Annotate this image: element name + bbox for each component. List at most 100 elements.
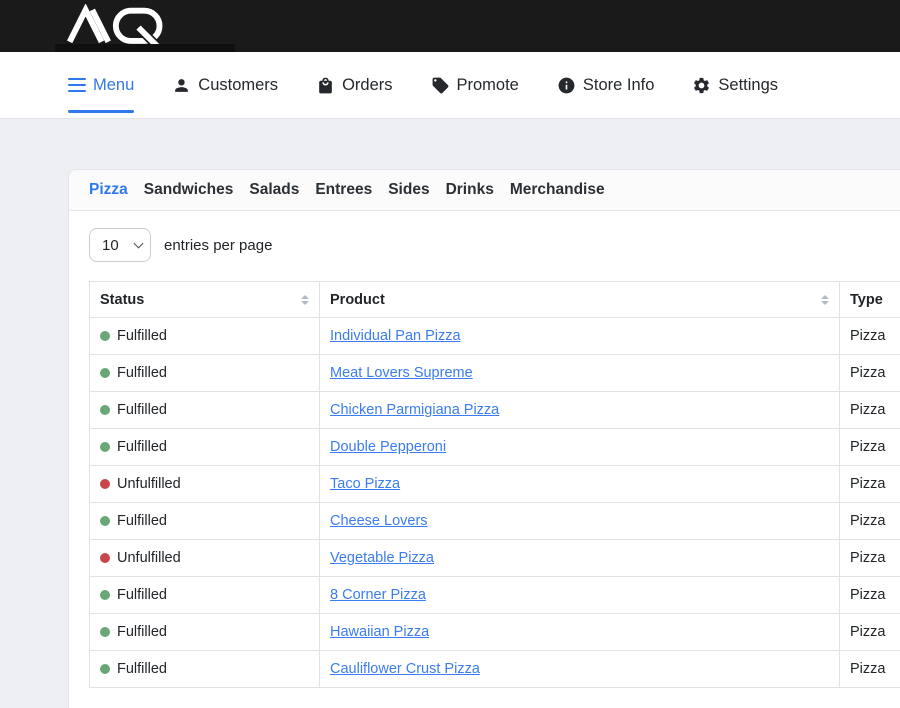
status-dot-icon [100,664,110,674]
gear-icon [692,76,711,95]
nav-item-label: Settings [718,76,778,95]
hamburger-icon [68,78,86,93]
product-cell: Meat Lovers Supreme [320,355,840,392]
product-link[interactable]: Cheese Lovers [330,513,428,529]
product-cell: Hawaiian Pizza [320,614,840,651]
nav-item-promote[interactable]: Promote [431,76,519,95]
type-cell: Pizza [840,355,900,392]
page: Menu Customers Orders Promote Store Info… [0,0,900,708]
nav-item-label: Orders [342,76,392,95]
entries-per-page-select[interactable]: 10 [89,228,151,262]
table-row: Fulfilled Individual Pan Pizza Pizza [90,318,900,355]
top-app-bar [0,0,900,52]
status-cell: Fulfilled [90,355,320,392]
status-cell: Fulfilled [90,651,320,688]
product-cell: Vegetable Pizza [320,540,840,577]
person-icon [172,76,191,95]
info-icon [557,76,576,95]
table-row: Fulfilled Meat Lovers Supreme Pizza [90,355,900,392]
nav-item-menu[interactable]: Menu [68,76,134,95]
tag-icon [431,76,450,95]
tab-sandwiches[interactable]: Sandwiches [144,181,234,199]
nav-item-store-info[interactable]: Store Info [557,76,655,95]
table-row: Unfulfilled Vegetable Pizza Pizza [90,540,900,577]
table-row: Fulfilled Chicken Parmigiana Pizza Pizza [90,392,900,429]
product-link[interactable]: Individual Pan Pizza [330,328,461,344]
product-link[interactable]: Taco Pizza [330,476,400,492]
product-cell: Taco Pizza [320,466,840,503]
aiq-logo-icon [62,4,168,46]
products-table: Status Product Type [89,281,900,688]
type-cell: Pizza [840,466,900,503]
nav-item-label: Customers [198,76,278,95]
status-cell: Unfulfilled [90,540,320,577]
status-cell: Fulfilled [90,503,320,540]
product-cell: Cheese Lovers [320,503,840,540]
type-cell: Pizza [840,503,900,540]
status-cell: Fulfilled [90,392,320,429]
product-cell: Chicken Parmigiana Pizza [320,392,840,429]
nav-item-label: Store Info [583,76,655,95]
status-dot-icon [100,442,110,452]
card-body: 10 entries per page Status Product [69,211,900,708]
status-cell: Fulfilled [90,577,320,614]
topbar-shadow-strip [55,44,235,52]
type-cell: Pizza [840,540,900,577]
tab-drinks[interactable]: Drinks [446,181,494,199]
product-link[interactable]: Chicken Parmigiana Pizza [330,402,499,418]
nav-item-settings[interactable]: Settings [692,76,778,95]
page-size-row: 10 entries per page [89,228,900,262]
status-dot-icon [100,479,110,489]
nav-item-customers[interactable]: Customers [172,76,278,95]
sort-icon [821,295,829,305]
entries-select-wrap: 10 [89,228,151,262]
tab-pizza[interactable]: Pizza [89,181,128,199]
table-row: Unfulfilled Taco Pizza Pizza [90,466,900,503]
nav-item-label: Menu [93,76,134,95]
entries-per-page-label: entries per page [164,237,272,254]
status-cell: Fulfilled [90,614,320,651]
main-navigation: Menu Customers Orders Promote Store Info… [0,52,900,119]
type-cell: Pizza [840,651,900,688]
tab-sides[interactable]: Sides [388,181,429,199]
status-dot-icon [100,590,110,600]
status-dot-icon [100,627,110,637]
product-link[interactable]: Vegetable Pizza [330,550,434,566]
status-cell: Fulfilled [90,318,320,355]
product-cell: Cauliflower Crust Pizza [320,651,840,688]
brand-logo[interactable] [62,4,168,46]
type-cell: Pizza [840,429,900,466]
table-row: Fulfilled 8 Corner Pizza Pizza [90,577,900,614]
shopping-bag-icon [316,76,335,95]
column-header-type: Type [840,282,900,318]
table-row: Fulfilled Double Pepperoni Pizza [90,429,900,466]
tab-entrees[interactable]: Entrees [315,181,372,199]
nav-item-orders[interactable]: Orders [316,76,392,95]
type-cell: Pizza [840,392,900,429]
product-link[interactable]: Double Pepperoni [330,439,446,455]
nav-item-label: Promote [457,76,519,95]
type-cell: Pizza [840,614,900,651]
product-link[interactable]: 8 Corner Pizza [330,587,426,603]
status-dot-icon [100,553,110,563]
product-cell: Individual Pan Pizza [320,318,840,355]
status-cell: Unfulfilled [90,466,320,503]
type-cell: Pizza [840,577,900,614]
column-header-status[interactable]: Status [90,282,320,318]
table-row: Fulfilled Cheese Lovers Pizza [90,503,900,540]
table-row: Fulfilled Hawaiian Pizza Pizza [90,614,900,651]
product-link[interactable]: Hawaiian Pizza [330,624,429,640]
product-cell: 8 Corner Pizza [320,577,840,614]
tab-merchandise[interactable]: Merchandise [510,181,605,199]
category-tabs: Pizza Sandwiches Salads Entrees Sides Drinks M… [69,170,900,211]
product-link[interactable]: Cauliflower Crust Pizza [330,661,480,677]
table-header-row: Status Product Type [90,282,900,318]
menu-card: Pizza Sandwiches Salads Entrees Sides Drinks M… [68,169,900,708]
product-link[interactable]: Meat Lovers Supreme [330,365,473,381]
status-dot-icon [100,405,110,415]
tab-salads[interactable]: Salads [249,181,299,199]
table-row: Fulfilled Cauliflower Crust Pizza Pizza [90,651,900,688]
status-cell: Fulfilled [90,429,320,466]
status-dot-icon [100,368,110,378]
column-header-product[interactable]: Product [320,282,840,318]
